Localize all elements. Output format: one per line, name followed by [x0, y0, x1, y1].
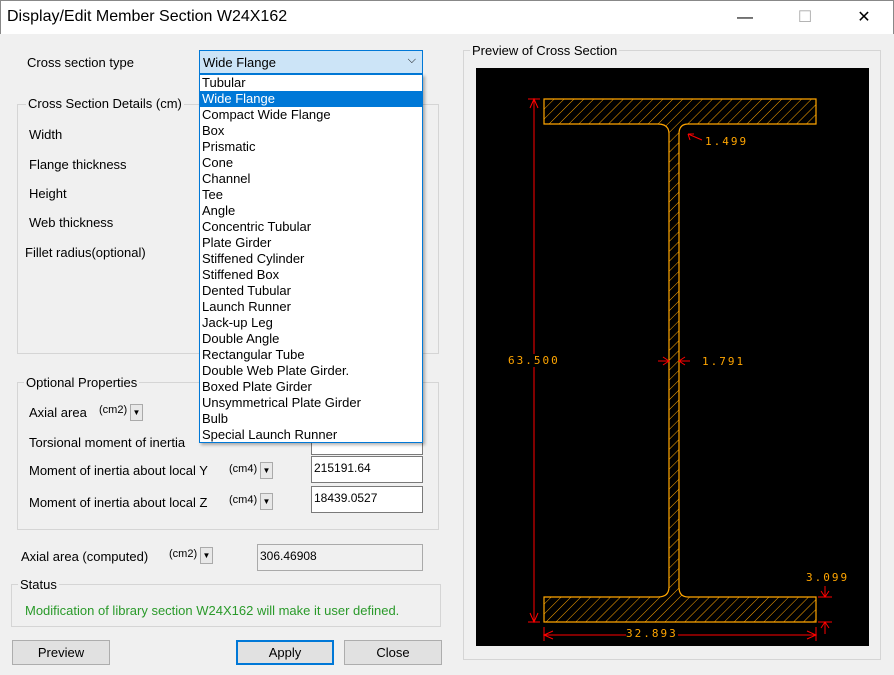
axial-area-unit: (cm2) — [99, 404, 128, 416]
flange-thickness-label: Flange thickness — [29, 157, 127, 172]
option-item[interactable]: Compact Wide Flange — [200, 107, 422, 123]
option-item[interactable]: Special Launch Runner — [200, 427, 422, 443]
option-item[interactable]: Wide Flange — [200, 91, 422, 107]
height-label: Height — [29, 186, 67, 201]
computed-area-unit-dropdown[interactable]: ▼ — [200, 547, 213, 564]
web-thickness-label: Web thickness — [29, 215, 114, 230]
width-dimension: 32.893 — [626, 627, 678, 640]
option-item[interactable]: Angle — [200, 203, 422, 219]
preview-button[interactable]: Preview — [12, 640, 110, 665]
option-item[interactable]: Launch Runner — [200, 299, 422, 315]
option-item[interactable]: Tee — [200, 187, 422, 203]
option-item[interactable]: Stiffened Cylinder — [200, 251, 422, 267]
option-item[interactable]: Boxed Plate Girder — [200, 379, 422, 395]
option-item[interactable]: Cone — [200, 155, 422, 171]
axial-area-unit-dropdown[interactable]: ▼ — [130, 404, 143, 421]
option-item[interactable]: Prismatic — [200, 139, 422, 155]
option-item[interactable]: Plate Girder — [200, 235, 422, 251]
option-item[interactable]: Dented Tubular — [200, 283, 422, 299]
computed-area-unit: (cm2) — [169, 548, 198, 560]
iz-label: Moment of inertia about local Z — [29, 495, 208, 510]
cross-section-type-select[interactable]: Wide Flange ⌵ — [199, 50, 423, 74]
option-item[interactable]: Jack-up Leg — [200, 315, 422, 331]
iz-unit-dropdown[interactable]: ▼ — [260, 493, 273, 510]
iy-unit-dropdown[interactable]: ▼ — [260, 462, 273, 479]
option-item[interactable]: Bulb — [200, 411, 422, 427]
details-title: Cross Section Details (cm) — [26, 96, 184, 111]
iz-unit: (cm4) — [229, 494, 258, 506]
option-item[interactable]: Channel — [200, 171, 422, 187]
option-item[interactable]: Double Web Plate Girder. — [200, 363, 422, 379]
close-window-button[interactable]: ✕ — [844, 5, 884, 31]
option-item[interactable]: Double Angle — [200, 331, 422, 347]
height-dimension: 63.500 — [508, 354, 560, 367]
option-item[interactable]: Tubular — [200, 75, 422, 91]
cross-section-type-options[interactable]: Tubular Wide Flange Compact Wide Flange Box… — [199, 74, 423, 443]
web-thickness-dimension: 1.791 — [702, 355, 746, 368]
close-button[interactable]: Close — [344, 640, 442, 665]
option-item[interactable]: Unsymmetrical Plate Girder — [200, 395, 422, 411]
fillet-dimension: 1.499 — [705, 135, 749, 148]
maximize-button[interactable]: ☐ — [785, 5, 825, 31]
flange-thickness-dimension: 3.099 — [806, 571, 850, 584]
status-message: Modification of library section W24X162 … — [25, 603, 400, 618]
torsional-label: Torsional moment of inertia — [29, 435, 186, 450]
iy-input[interactable]: 215191.64 — [311, 456, 423, 483]
cross-section-type-label: Cross section type — [27, 55, 134, 70]
option-item[interactable]: Box — [200, 123, 422, 139]
iz-input[interactable]: 18439.0527 — [311, 486, 423, 513]
axial-area-label: Axial area — [29, 405, 87, 420]
computed-area-label: Axial area (computed) — [21, 549, 149, 564]
computed-area-value: 306.46908 — [257, 544, 423, 571]
window-title: Display/Edit Member Section W24X162 — [7, 8, 288, 25]
optional-title: Optional Properties — [24, 375, 140, 390]
selected-value: Wide Flange — [203, 55, 276, 70]
option-item[interactable]: Concentric Tubular — [200, 219, 422, 235]
iy-label: Moment of inertia about local Y — [29, 463, 208, 478]
title-bar: Display/Edit Member Section W24X162 — ☐ … — [0, 0, 894, 34]
width-label: Width — [29, 127, 63, 142]
iy-unit: (cm4) — [229, 463, 258, 475]
apply-button[interactable]: Apply — [236, 640, 334, 665]
fillet-radius-label: Fillet radius(optional) — [25, 245, 146, 260]
option-item[interactable]: Rectangular Tube — [200, 347, 422, 363]
minimize-button[interactable]: — — [725, 5, 765, 31]
option-item[interactable]: Stiffened Box — [200, 267, 422, 283]
preview-title: Preview of Cross Section — [470, 43, 620, 58]
chevron-down-icon: ⌵ — [407, 54, 416, 66]
status-title: Status — [18, 577, 59, 592]
